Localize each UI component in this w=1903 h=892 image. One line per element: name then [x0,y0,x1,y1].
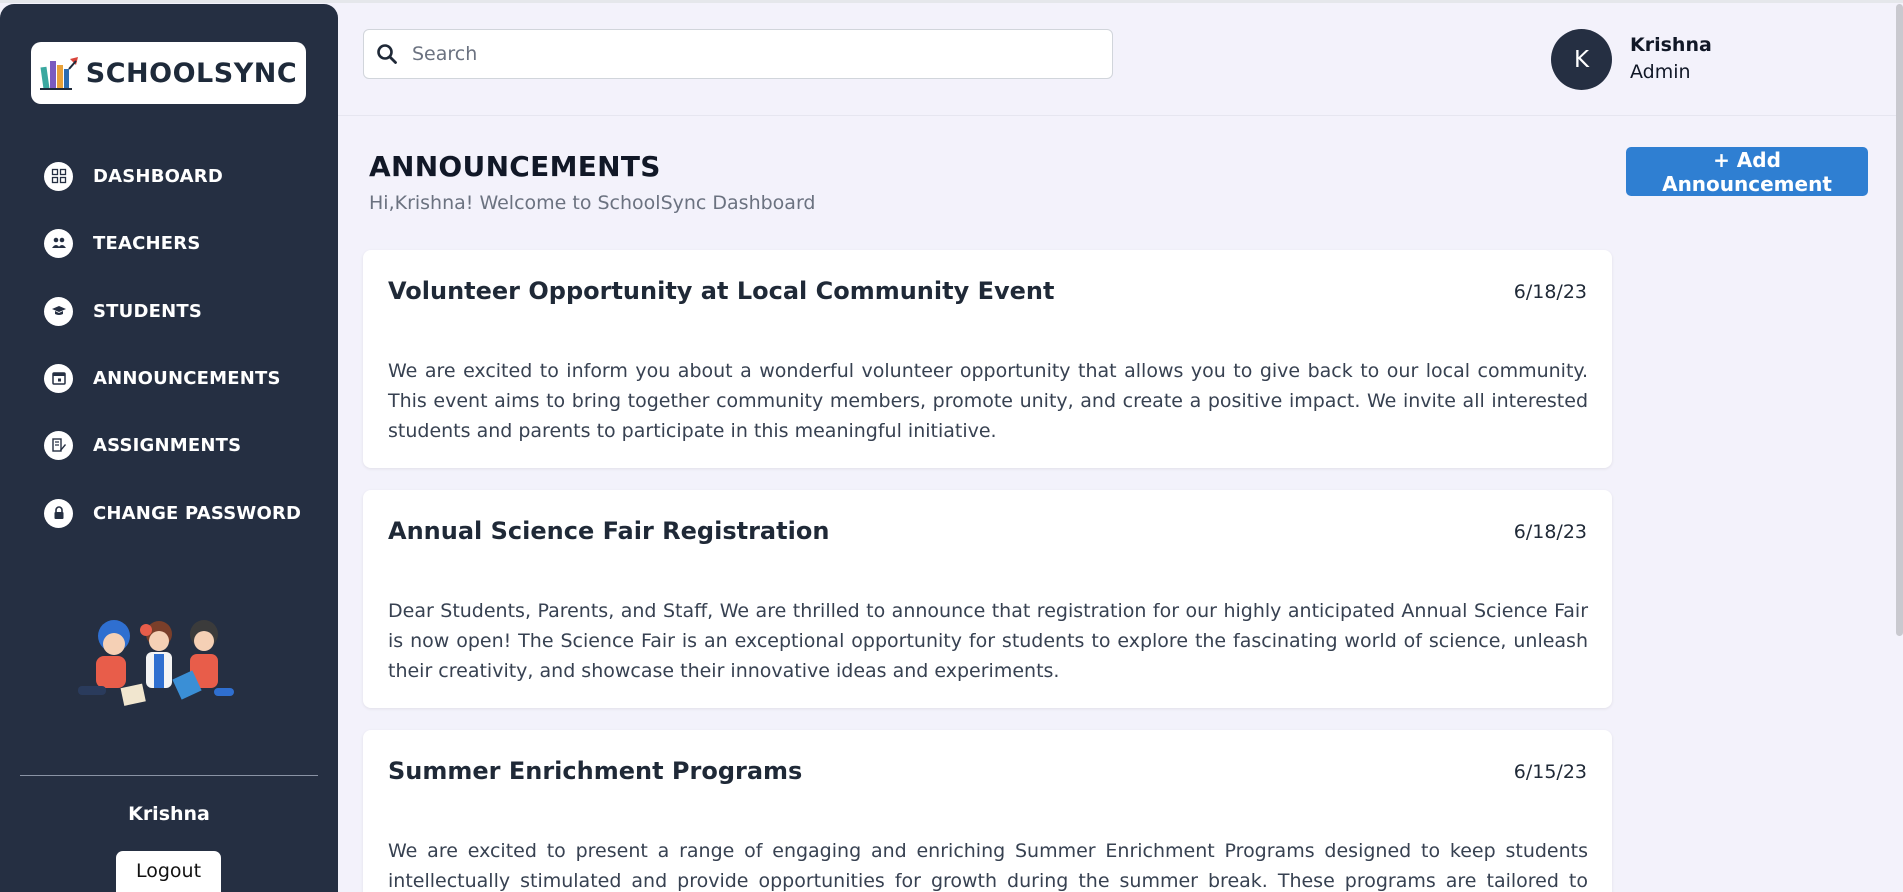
announcement-body: We are excited to present a range of eng… [388,840,1588,892]
header-user-role: Admin [1630,61,1691,83]
add-announcement-button[interactable]: + Add Announcement [1626,147,1868,196]
grid-icon [44,161,73,191]
announcement-date: 6/18/23 [1513,521,1587,543]
top-border [0,0,1903,3]
announcement-title: Summer Enrichment Programs [388,757,803,785]
avatar[interactable]: K [1551,29,1612,90]
announcement-title: Annual Science Fair Registration [388,517,830,545]
people-icon [44,228,73,258]
sidebar-item-label: ASSIGNMENTS [93,434,242,456]
sidebar-item-assignments[interactable]: ASSIGNMENTS [44,428,241,462]
announcement-body: We are excited to inform you about a won… [388,360,1588,442]
announcement-date: 6/18/23 [1513,281,1587,303]
sidebar-item-dashboard[interactable]: DASHBOARD [44,159,223,193]
sidebar-item-announcements[interactable]: ANNOUNCEMENTS [44,361,281,395]
sidebar-item-teachers[interactable]: TEACHERS [44,226,201,260]
top-header: K Krishna Admin [338,4,1903,116]
sidebar-item-label: DASHBOARD [93,165,223,187]
announcement-body: Dear Students, Parents, and Staff, We ar… [388,600,1588,682]
announcement-card[interactable]: Volunteer Opportunity at Local Community… [363,250,1612,468]
page-scrollbar[interactable] [1896,4,1903,636]
lock-icon [44,498,73,528]
sidebar-item-label: ANNOUNCEMENTS [93,367,281,389]
announcement-title: Volunteer Opportunity at Local Community… [388,277,1055,305]
page-title: ANNOUNCEMENTS [369,150,661,183]
sidebar-item-label: STUDENTS [93,300,203,322]
brand-name: SCHOOLSYNC [85,57,298,89]
sidebar-divider [20,775,318,776]
sidebar-item-change-password[interactable]: CHANGE PASSWORD [44,496,301,530]
page-subtitle: Hi,Krishna! Welcome to SchoolSync Dashbo… [369,192,816,214]
edit-document-icon [44,430,73,460]
graduation-cap-icon [44,296,73,326]
announcement-card[interactable]: Annual Science Fair Registration 6/18/23… [363,490,1612,708]
calendar-icon [44,363,73,393]
header-user-name: Krishna [1630,34,1712,56]
announcement-card[interactable]: Summer Enrichment Programs 6/15/23 We ar… [363,730,1612,892]
brand-logo[interactable]: SCHOOLSYNC [31,42,306,104]
sidebar-user-name: Krishna [128,803,210,825]
search-bar[interactable] [363,29,1113,79]
logout-button[interactable]: Logout [116,851,221,892]
sidebar: SCHOOLSYNC DASHBOARD TEACHERS STUDENTS A… [0,4,338,892]
search-input[interactable] [412,43,1062,65]
sidebar-item-students[interactable]: STUDENTS [44,294,202,328]
sidebar-item-label: TEACHERS [93,232,201,254]
books-logo-icon [39,57,78,90]
kids-illustration [78,620,234,706]
sidebar-item-label: CHANGE PASSWORD [93,502,302,524]
announcement-date: 6/15/23 [1513,761,1587,783]
search-icon [377,44,397,64]
